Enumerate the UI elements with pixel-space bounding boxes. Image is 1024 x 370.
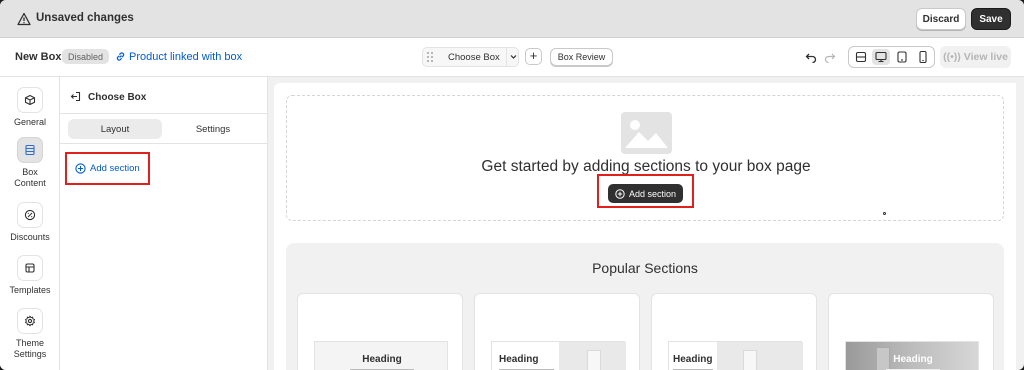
status-badge: Disabled xyxy=(62,49,110,64)
sidebar-item-label: Templates xyxy=(9,285,51,295)
product-link[interactable]: Product linked with box xyxy=(129,51,242,63)
sidebar-item-discounts[interactable]: Discounts xyxy=(0,202,60,243)
fullscreen-icon xyxy=(855,51,867,63)
image-block xyxy=(559,342,626,370)
mobile-icon xyxy=(919,50,927,64)
rail-icon-frame xyxy=(17,255,43,281)
highlight-box xyxy=(597,174,694,208)
add-page-button[interactable]: + xyxy=(525,48,542,65)
template-icon xyxy=(25,263,35,273)
tablet-icon xyxy=(897,51,907,63)
layout-icon xyxy=(25,144,35,156)
empty-state: Get started by adding sections to your b… xyxy=(286,95,1004,221)
desktop-view-button[interactable] xyxy=(872,49,890,65)
section-template-card[interactable]: Heading xyxy=(828,293,994,370)
page-select-label: Choose Box xyxy=(448,52,500,63)
section-template-card[interactable]: Heading xyxy=(474,293,640,370)
panel-title: Choose Box xyxy=(88,92,147,103)
mobile-view-button[interactable] xyxy=(914,49,932,65)
tab-layout[interactable]: Layout xyxy=(68,119,162,139)
alert-triangle-icon xyxy=(17,12,31,26)
section-thumbnail: Heading xyxy=(491,341,626,370)
box-review-button[interactable]: Box Review xyxy=(550,48,613,66)
section-panel: Choose Box Layout Settings Add section xyxy=(60,77,268,370)
thumbnail-heading: Heading xyxy=(673,354,713,365)
chevron-down-icon[interactable] xyxy=(509,53,518,61)
sidebar-item-general[interactable]: General xyxy=(0,87,60,128)
image-placeholder-icon xyxy=(621,112,672,154)
divider xyxy=(506,48,507,66)
thumbnail-heading: Heading xyxy=(362,354,402,365)
fullscreen-view-button[interactable] xyxy=(852,49,870,65)
sidebar-item-box-content[interactable]: Box Content xyxy=(0,137,60,189)
view-live-button[interactable]: ((•)) View live xyxy=(940,46,1011,68)
highlight-box xyxy=(65,152,150,185)
desktop-icon xyxy=(875,51,887,63)
gear-icon xyxy=(24,315,36,327)
save-button[interactable]: Save xyxy=(971,8,1011,30)
undo-icon[interactable] xyxy=(805,51,817,63)
image-block xyxy=(717,342,803,370)
app-window: Unsaved changes Discard Save New Box Dis… xyxy=(0,0,1024,370)
contextual-save-bar: Unsaved changes Discard Save xyxy=(0,0,1024,38)
sidebar-item-label: Box Content xyxy=(14,167,46,188)
section-thumbnail: Heading xyxy=(845,341,979,370)
sidebar-item-templates[interactable]: Templates xyxy=(0,255,60,296)
section-thumbnail: Heading xyxy=(668,341,803,370)
rail-icon-frame xyxy=(17,202,43,228)
discount-icon xyxy=(24,209,36,221)
redo-icon[interactable] xyxy=(824,51,836,63)
exit-icon[interactable] xyxy=(70,91,81,102)
drag-handle-icon xyxy=(427,52,433,62)
rail-icon-frame xyxy=(17,137,43,163)
editor-sidebar: General Box Content Discounts Templates … xyxy=(0,77,60,370)
section-template-card[interactable]: Heading xyxy=(651,293,817,370)
product-shape xyxy=(743,350,757,370)
sidebar-item-label: General xyxy=(13,117,47,127)
preview-canvas: Get started by adding sections to your b… xyxy=(268,77,1016,370)
sidebar-item-label: Discounts xyxy=(10,232,50,242)
link-icon xyxy=(116,52,125,61)
popular-sections-title: Popular Sections xyxy=(592,260,698,276)
preview-page: Get started by adding sections to your b… xyxy=(274,83,1016,370)
section-thumbnail: Heading xyxy=(314,341,448,370)
rail-icon-frame xyxy=(17,308,43,334)
sidebar-item-theme-settings[interactable]: Theme Settings xyxy=(0,308,60,360)
rail-icon-frame xyxy=(17,87,43,113)
section-template-card[interactable]: Heading xyxy=(297,293,463,370)
box-icon xyxy=(24,94,36,106)
popular-sections: Popular Sections Heading Heading Heading… xyxy=(286,243,1004,370)
thumbnail-heading: Heading xyxy=(499,354,539,365)
discard-button[interactable]: Discard xyxy=(916,8,966,30)
tablet-view-button[interactable] xyxy=(893,49,911,65)
editor-toolbar: New Box Disabled Product linked with box… xyxy=(0,38,1024,77)
broadcast-icon: ((•)) xyxy=(943,51,961,63)
panel-tabs: Layout Settings xyxy=(60,113,268,144)
product-shape xyxy=(587,350,601,370)
device-switcher xyxy=(848,46,935,68)
cursor-dot xyxy=(883,212,886,215)
view-live-label: View live xyxy=(963,51,1008,63)
tab-settings[interactable]: Settings xyxy=(166,119,260,139)
sidebar-item-label: Theme Settings xyxy=(13,338,47,359)
box-name: New Box xyxy=(15,51,62,63)
save-bar-title: Unsaved changes xyxy=(36,12,134,24)
thumbnail-heading: Heading xyxy=(893,354,933,365)
